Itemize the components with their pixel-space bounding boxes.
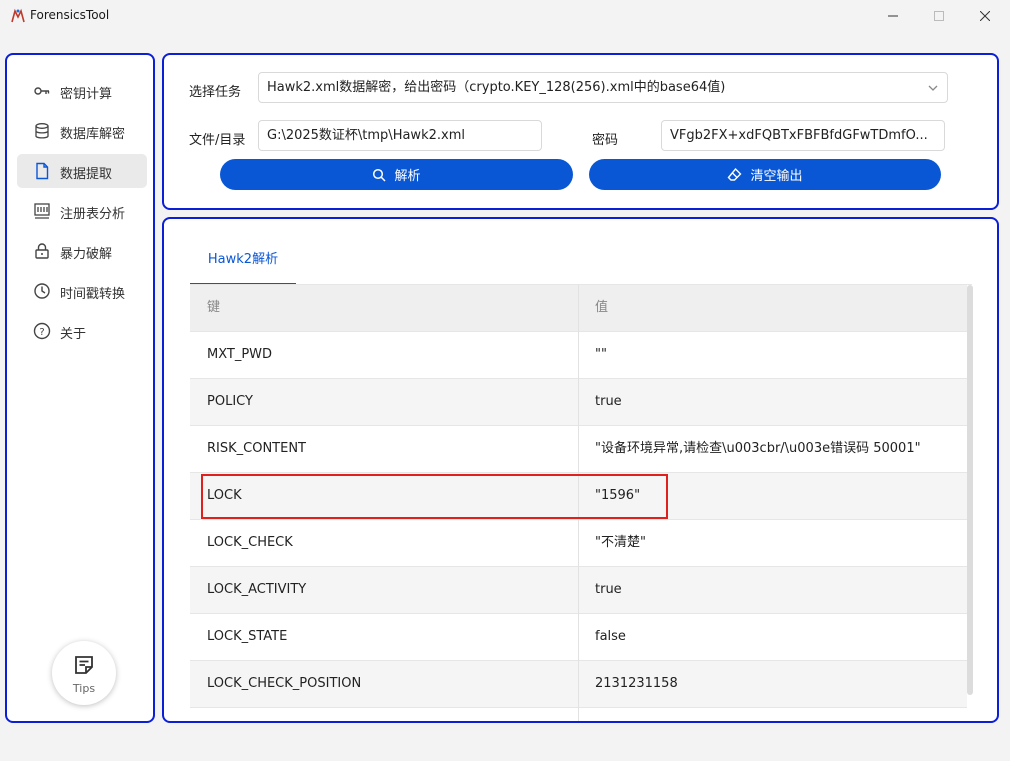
maximize-button[interactable] [916, 0, 962, 32]
table-row[interactable]: LOCK_CHECK "不清楚" [190, 520, 967, 567]
minimize-icon [888, 15, 898, 17]
eraser-icon [728, 167, 742, 181]
table-row[interactable]: LOCK_STATE false [190, 614, 967, 661]
parse-button[interactable]: 解析 [220, 159, 573, 190]
value-cell: true [595, 394, 622, 409]
sidebar-item-label: 时间戳转换 [60, 287, 126, 302]
table-row[interactable]: LOCK_ACTIVITY true [190, 567, 967, 614]
value-cell: "不清楚" [595, 535, 646, 550]
table-row[interactable] [190, 708, 967, 721]
chevron-down-icon [928, 85, 938, 91]
column-header-value[interactable]: 值 [579, 285, 967, 332]
search-icon [373, 168, 387, 182]
table-row[interactable]: LOCK_CHECK_POSITION 2131231158 [190, 661, 967, 708]
close-button[interactable] [962, 0, 1008, 32]
task-form-panel: 选择任务 Hawk2.xml数据解密，给出密码（crypto.KEY_128(2… [162, 53, 999, 210]
title-bar: ForensicsTool [0, 0, 1010, 32]
value-cell: "设备环境异常,请检查\u003cbr/\u003e错误码 50001" [595, 441, 921, 456]
lock-row-highlight [201, 474, 668, 519]
maximize-icon [934, 11, 944, 21]
key-cell [190, 708, 579, 721]
key-icon [33, 82, 51, 100]
sidebar-item-label: 关于 [60, 327, 87, 342]
sidebar-item-data-extract[interactable]: 数据提取 [17, 154, 147, 188]
sidebar-item-label: 注册表分析 [60, 207, 126, 222]
sidebar-item-db-decrypt[interactable]: 数据库解密 [17, 114, 147, 148]
table-row[interactable]: MXT_PWD "" [190, 332, 967, 379]
sidebar-item-brute-force[interactable]: 暴力破解 [17, 234, 147, 268]
lock-icon [33, 242, 51, 260]
task-select-value: Hawk2.xml数据解密，给出密码（crypto.KEY_128(256).x… [267, 80, 726, 95]
sidebar-item-registry[interactable]: 注册表分析 [17, 194, 147, 228]
password-label: 密码 [592, 133, 619, 148]
clear-output-button[interactable]: 清空输出 [589, 159, 941, 190]
column-header-key[interactable]: 键 [190, 285, 579, 332]
key-cell: MXT_PWD [190, 332, 579, 379]
sidebar-item-key-calc[interactable]: 密钥计算 [17, 74, 147, 108]
path-label: 文件/目录 [189, 133, 246, 148]
clock-icon [33, 282, 51, 300]
task-select[interactable]: Hawk2.xml数据解密，给出密码（crypto.KEY_128(256).x… [258, 72, 948, 103]
sidebar-item-label: 数据提取 [60, 167, 113, 182]
sidebar-item-label: 数据库解密 [60, 127, 126, 142]
sidebar-item-timestamp[interactable]: 时间戳转换 [17, 274, 147, 308]
table-row[interactable]: POLICY true [190, 379, 967, 426]
window-title: ForensicsTool [30, 8, 110, 22]
note-icon [75, 656, 93, 674]
close-icon [980, 11, 990, 21]
key-cell: POLICY [190, 379, 579, 426]
key-cell: LOCK_CHECK_POSITION [190, 661, 579, 708]
table-row[interactable]: RISK_CONTENT "设备环境异常,请检查\u003cbr/\u003e错… [190, 426, 967, 473]
tab-label: Hawk2解析 [207, 252, 279, 267]
tips-label: Tips [72, 682, 96, 695]
help-icon: ? [33, 322, 51, 340]
key-cell: LOCK_ACTIVITY [190, 567, 579, 614]
app-logo-icon [11, 8, 25, 23]
value-cell [579, 708, 967, 721]
database-icon [33, 122, 51, 140]
table-scrollbar[interactable] [967, 285, 973, 695]
key-cell: LOCK_CHECK [190, 520, 579, 567]
key-cell: RISK_CONTENT [190, 426, 579, 473]
sidebar-item-label: 暴力破解 [60, 247, 113, 262]
value-cell: true [595, 582, 622, 597]
svg-text:?: ? [39, 327, 44, 338]
tab-hawk2-parse[interactable]: Hawk2解析 [190, 245, 296, 285]
value-cell: "" [595, 347, 607, 362]
file-icon [33, 162, 51, 180]
table-header-row: 键 值 [190, 285, 967, 332]
minimize-button[interactable] [870, 0, 916, 32]
sidebar-item-label: 密钥计算 [60, 87, 113, 102]
value-cell: false [595, 629, 626, 644]
parse-button-label: 解析 [394, 168, 421, 183]
tips-button[interactable]: Tips [52, 641, 116, 705]
sidebar: 密钥计算 数据库解密 数据提取 注册表分析 暴力破解 时间戳转换 ? 关于 Ti… [5, 53, 155, 723]
registry-icon [33, 202, 51, 220]
password-input[interactable]: VFgb2FX+xdFQBTxFBFBfdGFwTDmfO... [661, 120, 945, 151]
task-label: 选择任务 [189, 85, 242, 100]
sidebar-item-about[interactable]: ? 关于 [17, 314, 147, 348]
clear-output-button-label: 清空输出 [750, 168, 803, 183]
key-cell: LOCK_STATE [190, 614, 579, 661]
output-panel: Hawk2解析 键 值 MXT_PWD "" POLICY true RISK_… [162, 217, 999, 723]
value-cell: 2131231158 [595, 676, 678, 691]
path-input[interactable]: G:\2025数证杯\tmp\Hawk2.xml [258, 120, 542, 151]
